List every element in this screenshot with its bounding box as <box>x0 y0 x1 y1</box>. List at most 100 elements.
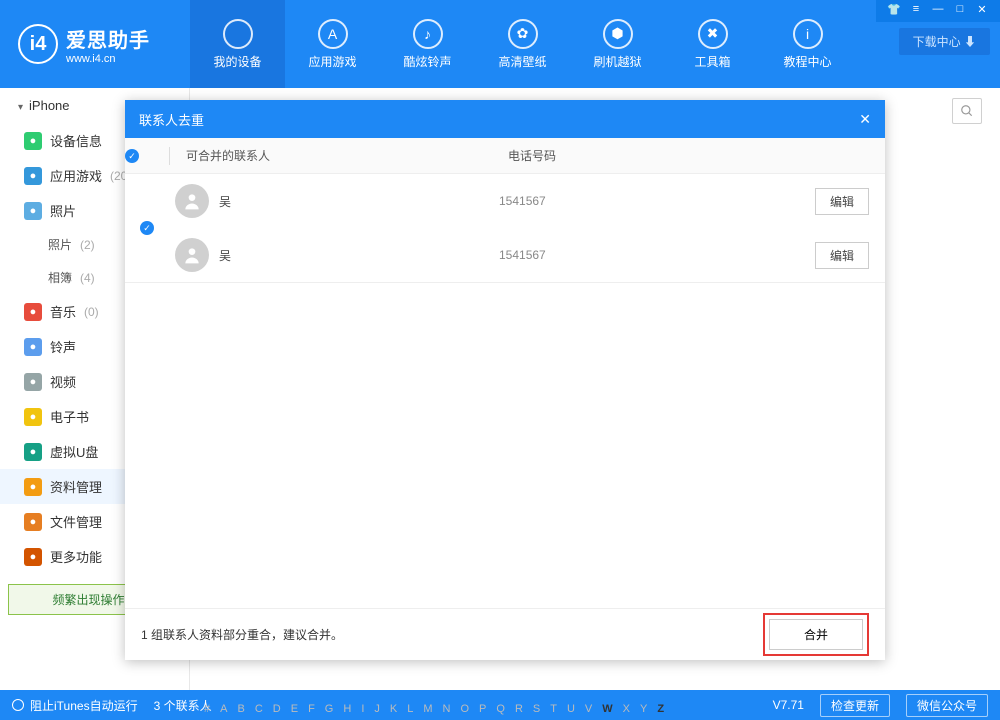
alpha-V[interactable]: V <box>585 703 592 715</box>
alpha-R[interactable]: R <box>515 703 523 715</box>
sidebar-label: 相簿 <box>48 269 72 286</box>
col-phone-header: 电话号码 <box>508 147 885 164</box>
sidebar-label: 照片 <box>50 201 76 220</box>
nav-酷炫铃声[interactable]: ♪酷炫铃声 <box>380 0 475 88</box>
avatar-icon <box>175 238 209 272</box>
alpha-W[interactable]: W <box>602 703 612 715</box>
search-icon[interactable] <box>952 98 982 124</box>
alpha-P[interactable]: P <box>479 703 486 715</box>
avatar-icon <box>175 184 209 218</box>
dialog-close-icon[interactable]: ✕ <box>859 111 871 128</box>
alpha-C[interactable]: C <box>255 703 263 715</box>
check-all[interactable]: ✓ <box>125 149 169 163</box>
alpha-F[interactable]: F <box>308 703 315 715</box>
alpha-K[interactable]: K <box>390 703 397 715</box>
group-checkbox[interactable]: ✓ <box>125 174 169 282</box>
alpha-D[interactable]: D <box>273 703 281 715</box>
dialog-titlebar: 联系人去重 ✕ <box>125 100 885 138</box>
edit-button[interactable]: 编辑 <box>815 188 869 215</box>
sidebar-icon: ● <box>24 373 42 391</box>
alpha-#[interactable]: # <box>204 703 210 715</box>
window-controls: ≡ — □ ✕ <box>876 0 1000 22</box>
sidebar-count: (4) <box>80 271 95 285</box>
close-icon[interactable]: ✕ <box>974 3 990 19</box>
footer-message: 1 组联系人资料部分重合，建议合并。 <box>141 626 343 643</box>
nav-label: 工具箱 <box>694 53 730 70</box>
contact-name: 吴 <box>219 247 499 264</box>
nav-label: 刷机越狱 <box>593 53 641 70</box>
edit-button[interactable]: 编辑 <box>815 242 869 269</box>
alpha-Z[interactable]: Z <box>657 703 664 715</box>
sidebar-icon: ● <box>24 443 42 461</box>
download-center-button[interactable]: 下载中心 ⬇ <box>899 28 990 55</box>
sidebar-count: (2) <box>80 238 95 252</box>
skin-icon[interactable] <box>886 3 902 19</box>
nav-我的设备[interactable]: 我的设备 <box>190 0 285 88</box>
radio-icon <box>12 699 24 711</box>
alpha-N[interactable]: N <box>443 703 451 715</box>
contact-row: 吴1541567编辑 <box>169 174 885 228</box>
minimize-icon[interactable]: — <box>930 3 946 19</box>
sidebar-icon: ● <box>24 338 42 356</box>
alpha-X[interactable]: X <box>623 703 630 715</box>
alpha-H[interactable]: H <box>343 703 351 715</box>
alpha-Y[interactable]: Y <box>640 703 647 715</box>
nav-label: 我的设备 <box>213 53 261 70</box>
contact-name: 吴 <box>219 193 499 210</box>
sidebar-icon: ● <box>24 548 42 566</box>
alpha-G[interactable]: G <box>325 703 334 715</box>
col-contact-header: 可合并的联系人 <box>178 147 508 164</box>
alpha-T[interactable]: T <box>550 703 557 715</box>
nav-刷机越狱[interactable]: ⬢刷机越狱 <box>570 0 665 88</box>
logo-area: i4 爱思助手 www.i4.cn <box>0 0 190 88</box>
app-url: www.i4.cn <box>66 53 150 65</box>
menu-icon[interactable]: ≡ <box>908 3 924 19</box>
block-itunes-toggle[interactable]: 阻止iTunes自动运行 <box>12 697 138 714</box>
alpha-I[interactable]: I <box>361 703 364 715</box>
maximize-icon[interactable]: □ <box>952 3 968 19</box>
sidebar-label: 照片 <box>48 236 72 253</box>
sidebar-label: 电子书 <box>50 407 89 426</box>
alpha-Q[interactable]: Q <box>496 703 505 715</box>
block-itunes-label: 阻止iTunes自动运行 <box>30 697 138 714</box>
nav-label: 酷炫铃声 <box>403 53 451 70</box>
alpha-A[interactable]: A <box>220 703 227 715</box>
sidebar-icon: ● <box>24 408 42 426</box>
alpha-E[interactable]: E <box>291 703 298 715</box>
logo-icon: i4 <box>18 24 58 64</box>
alpha-M[interactable]: M <box>423 703 432 715</box>
sidebar-label: 设备信息 <box>50 131 102 150</box>
dialog-header-row: ✓ 可合并的联系人 电话号码 <box>125 138 885 174</box>
alpha-S[interactable]: S <box>533 703 540 715</box>
merge-button[interactable]: 合并 <box>769 619 863 650</box>
dialog-body: ✓ 吴1541567编辑吴1541567编辑 <box>125 174 885 608</box>
sidebar-icon: ● <box>24 202 42 220</box>
contact-phone: 1541567 <box>499 194 815 208</box>
nav-icon <box>223 19 253 49</box>
sidebar-icon: ● <box>24 513 42 531</box>
nav-icon: A <box>318 19 348 49</box>
nav-icon: i <box>793 19 823 49</box>
dedupe-dialog: 联系人去重 ✕ ✓ 可合并的联系人 电话号码 ✓ 吴1541567编辑吴1541… <box>125 100 885 660</box>
sidebar-icon: ● <box>24 132 42 150</box>
contact-phone: 1541567 <box>499 248 815 262</box>
alpha-J[interactable]: J <box>374 703 380 715</box>
alpha-U[interactable]: U <box>567 703 575 715</box>
alpha-B[interactable]: B <box>237 703 244 715</box>
alpha-L[interactable]: L <box>407 703 413 715</box>
nav: 我的设备 A应用游戏♪酷炫铃声✿高清壁纸⬢刷机越狱✖工具箱i教程中心 <box>190 0 855 88</box>
sidebar-label: 资料管理 <box>50 477 102 496</box>
nav-教程中心[interactable]: i教程中心 <box>760 0 855 88</box>
app-name: 爱思助手 <box>66 24 150 53</box>
dialog-title: 联系人去重 <box>139 110 204 129</box>
nav-高清壁纸[interactable]: ✿高清壁纸 <box>475 0 570 88</box>
alpha-O[interactable]: O <box>460 703 469 715</box>
nav-工具箱[interactable]: ✖工具箱 <box>665 0 760 88</box>
dialog-footer: 1 组联系人资料部分重合，建议合并。 合并 <box>125 608 885 660</box>
contact-group: ✓ 吴1541567编辑吴1541567编辑 <box>125 174 885 283</box>
sidebar-label: 视频 <box>50 372 76 391</box>
nav-icon: ✿ <box>508 19 538 49</box>
nav-应用游戏[interactable]: A应用游戏 <box>285 0 380 88</box>
contact-row: 吴1541567编辑 <box>169 228 885 282</box>
alpha-index[interactable]: # ABCDEFGHIJKLMNOPQRSTUVWXYZ <box>190 698 990 720</box>
